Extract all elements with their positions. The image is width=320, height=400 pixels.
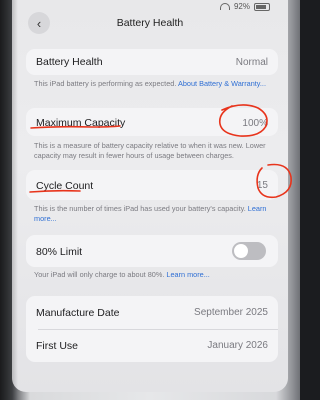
cycle-count-label: Cycle Count bbox=[36, 180, 94, 192]
maximum-capacity-row: Maximum Capacity 100% bbox=[26, 108, 278, 136]
cycle-count-value: 15 bbox=[256, 180, 268, 191]
about-battery-link[interactable]: About Battery & Warranty... bbox=[178, 79, 266, 88]
battery-health-note-text: This iPad battery is performing as expec… bbox=[34, 79, 177, 88]
battery-health-row: Battery Health Normal bbox=[26, 49, 278, 75]
cycle-count-note: This is the number of times iPad has use… bbox=[34, 204, 274, 224]
battery-health-note: This iPad battery is performing as expec… bbox=[34, 79, 274, 89]
maximum-capacity-value: 100% bbox=[242, 118, 268, 129]
first-use-label: First Use bbox=[36, 340, 78, 352]
wifi-icon bbox=[219, 3, 230, 10]
charge-limit-note-text: Your iPad will only charge to about 80%. bbox=[34, 270, 165, 279]
row-divider bbox=[38, 329, 278, 330]
cycle-count-row: Cycle Count 15 bbox=[26, 170, 278, 200]
charge-limit-learn-more-link[interactable]: Learn more... bbox=[166, 270, 209, 279]
battery-icon bbox=[254, 2, 270, 11]
status-bar: 92% bbox=[219, 2, 270, 11]
manufacture-date-value: September 2025 bbox=[194, 307, 268, 318]
page-title: Battery Health bbox=[116, 17, 184, 29]
battery-percent: 92% bbox=[233, 2, 250, 11]
maximum-capacity-label: Maximum Capacity bbox=[36, 117, 126, 129]
charge-limit-row: 80% Limit bbox=[26, 235, 278, 267]
maximum-capacity-note: This is a measure of battery capacity re… bbox=[34, 141, 266, 160]
charge-limit-note: Your iPad will only charge to about 80%.… bbox=[34, 270, 274, 280]
toggle-knob bbox=[234, 244, 248, 258]
cycle-count-note-text: This is the number of times iPad has use… bbox=[34, 204, 246, 213]
dates-card: Manufacture Date September 2025 First Us… bbox=[26, 296, 278, 362]
battery-health-value: Normal bbox=[235, 57, 268, 68]
charge-limit-label: 80% Limit bbox=[36, 246, 83, 258]
ipad-screen: 92% ‹ Battery Health Battery Health Norm… bbox=[12, 0, 288, 392]
first-use-value: January 2026 bbox=[207, 340, 268, 351]
charge-limit-toggle[interactable] bbox=[232, 242, 266, 260]
manufacture-date-label: Manufacture Date bbox=[36, 307, 120, 319]
battery-health-label: Battery Health bbox=[36, 56, 103, 68]
